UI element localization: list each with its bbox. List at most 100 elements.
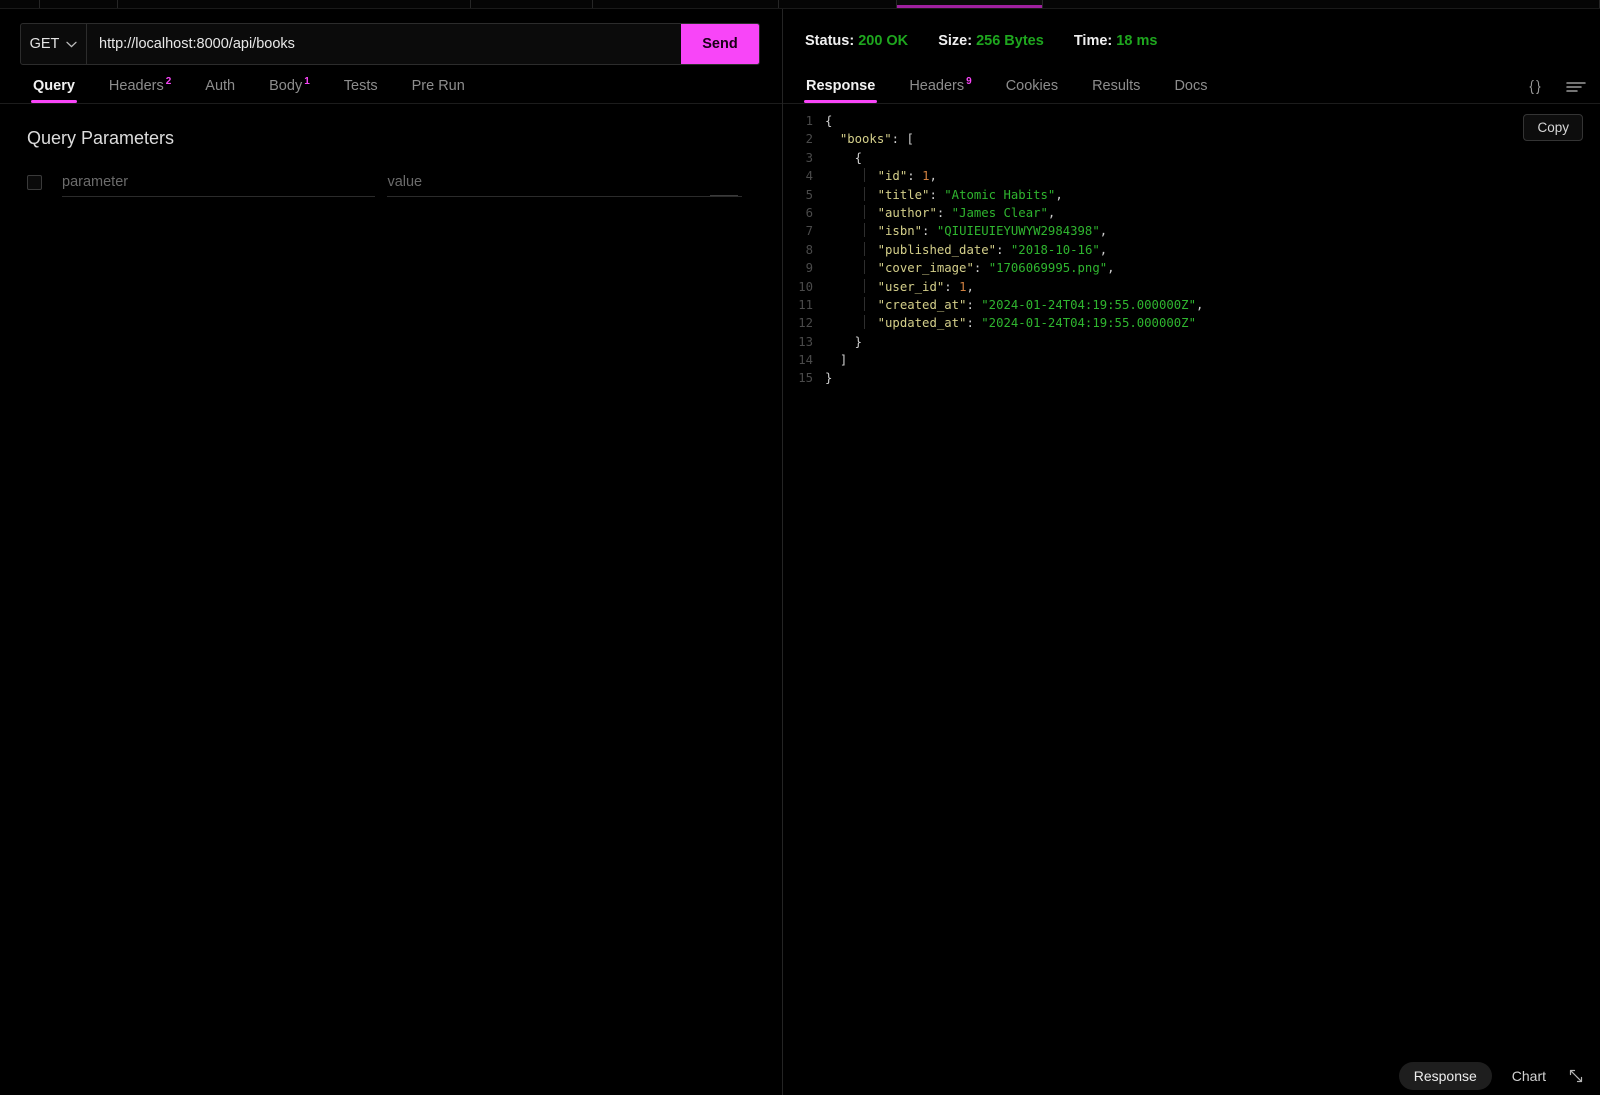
window-tab-2[interactable] [118, 0, 471, 8]
indent-guide [863, 315, 865, 330]
copy-button[interactable]: Copy [1523, 114, 1583, 141]
http-method-select[interactable]: GET [21, 24, 87, 64]
code-line: 6 "author": "James Clear", [783, 204, 1600, 222]
response-body-viewer[interactable]: Copy 1{2 "books": [3 {4 "id": 1, 5 "title… [783, 104, 1600, 1054]
line-content: "isbn": "QIUIEUIEYUWYW2984398", [825, 222, 1107, 240]
line-number: 1 [805, 114, 813, 128]
code-line: 14 ] [783, 351, 1600, 369]
tab-response[interactable]: Response [789, 78, 892, 103]
tab-label: Cookies [1005, 78, 1059, 94]
time-group: Time: 18 ms [1074, 33, 1158, 49]
window-tab-3[interactable] [471, 0, 593, 8]
tab-pre-run[interactable]: Pre Run [395, 78, 482, 103]
size-label: Size: [938, 33, 973, 49]
request-tabs-divider [0, 103, 782, 104]
tab-headers[interactable]: Headers 2 [92, 76, 188, 103]
query-parameter-value-input[interactable] [387, 167, 742, 197]
code-line: 5 "title": "Atomic Habits", [783, 186, 1600, 204]
send-button[interactable]: Send [681, 24, 759, 64]
indent-guide [863, 223, 865, 238]
tab-badge: 2 [165, 76, 172, 88]
tab-label: Pre Run [411, 78, 465, 94]
code-line: 3 { [783, 149, 1600, 167]
line-number: 8 [805, 242, 813, 257]
response-meta: Status: 200 OK Size: 256 Bytes Time: 18 … [805, 33, 1183, 49]
query-parameter-value-field [387, 167, 742, 197]
line-content: { [825, 114, 833, 128]
indent-guide [863, 296, 865, 311]
indent-guide [863, 168, 865, 183]
line-number: 12 [798, 316, 813, 331]
tab-label: Docs [1174, 78, 1208, 94]
line-number: 7 [805, 224, 813, 239]
resize-diagonal-icon[interactable] [1566, 1066, 1586, 1086]
query-parameter-name-field [62, 167, 376, 197]
line-number: 10 [798, 279, 813, 294]
tab-headers[interactable]: Headers 9 [892, 76, 988, 103]
tab-label: Tests [343, 78, 378, 94]
tab-tests[interactable]: Tests [327, 78, 395, 103]
window-tab-0[interactable] [0, 0, 40, 8]
indent-guide [863, 186, 865, 201]
line-number: 5 [805, 187, 813, 202]
window-tab-5[interactable] [779, 0, 897, 8]
line-content: } [825, 371, 833, 386]
tab-docs[interactable]: Docs [1157, 78, 1224, 103]
window-tab-7[interactable] [1043, 0, 1600, 8]
tab-label: Body [269, 78, 303, 94]
indent-guide [863, 241, 865, 256]
line-content: "author": "James Clear", [825, 204, 1055, 222]
view-mode-chart-button[interactable]: Chart [1508, 1062, 1550, 1090]
time-value: 18 ms [1116, 33, 1158, 49]
time-label: Time: [1073, 33, 1113, 49]
tab-label: Auth [205, 78, 236, 94]
tab-cookies[interactable]: Cookies [989, 78, 1075, 103]
line-content: ] [839, 353, 848, 368]
chevron-down-icon [66, 36, 78, 52]
format-json-icon[interactable] [1526, 79, 1544, 95]
window-tab-6[interactable] [897, 0, 1043, 8]
window-tab-4[interactable] [593, 0, 779, 8]
indent-guide [863, 260, 865, 275]
line-number: 13 [798, 334, 813, 349]
response-toolbar [1526, 71, 1586, 103]
indent-guide [863, 204, 865, 219]
query-parameter-checkbox[interactable] [27, 174, 42, 190]
line-number: 3 [805, 150, 813, 165]
code-line: 7 "isbn": "QIUIEUIEYUWYW2984398", [783, 222, 1600, 240]
line-content: "created_at": "2024-01-24T04:19:55.00000… [825, 296, 1203, 314]
code-line: 12 "updated_at": "2024-01-24T04:19:55.00… [783, 314, 1600, 332]
window-tab-strip[interactable] [0, 0, 1600, 8]
tab-body[interactable]: Body 1 [252, 76, 327, 103]
wrap-lines-icon[interactable] [1566, 80, 1586, 94]
size-value: 256 Bytes [976, 33, 1044, 49]
code-line: 9 "cover_image": "1706069995.png", [783, 259, 1600, 277]
tab-label: Headers [909, 78, 965, 94]
line-content: "title": "Atomic Habits", [825, 186, 1063, 204]
size-group: Size: 256 Bytes [938, 33, 1048, 49]
line-content: "user_id": 1, [825, 278, 974, 296]
line-content: "published_date": "2018-10-16", [825, 241, 1107, 259]
response-tabs: Response Headers 9 Cookies Results Docs [783, 71, 1600, 103]
response-bottom-bar: Response Chart [783, 1057, 1600, 1095]
request-pane: GET Send Query Headers2 Auth Body1 Tests Pre … [0, 9, 782, 1095]
code-line: 13 } [783, 333, 1600, 351]
code-line: 15} [783, 369, 1600, 387]
line-number: 15 [798, 371, 813, 386]
line-content: "books": [ [839, 132, 914, 147]
url-input[interactable] [87, 24, 681, 64]
line-content: { [854, 150, 863, 165]
window-tab-1[interactable] [40, 0, 118, 8]
query-parameter-row-tail [710, 195, 738, 196]
line-content: "updated_at": "2024-01-24T04:19:55.00000… [825, 314, 1196, 332]
line-content: } [854, 334, 863, 349]
status-value: 200 OK [858, 33, 909, 49]
tab-label: Response [806, 78, 876, 94]
view-mode-response-button[interactable]: Response [1398, 1062, 1492, 1090]
tab-results[interactable]: Results [1075, 78, 1157, 103]
line-number: 6 [805, 205, 813, 220]
code-line: 10 "user_id": 1, [783, 278, 1600, 296]
query-parameter-name-input[interactable] [62, 167, 376, 197]
tab-auth[interactable]: Auth [188, 78, 252, 103]
tab-query[interactable]: Query [16, 78, 92, 103]
